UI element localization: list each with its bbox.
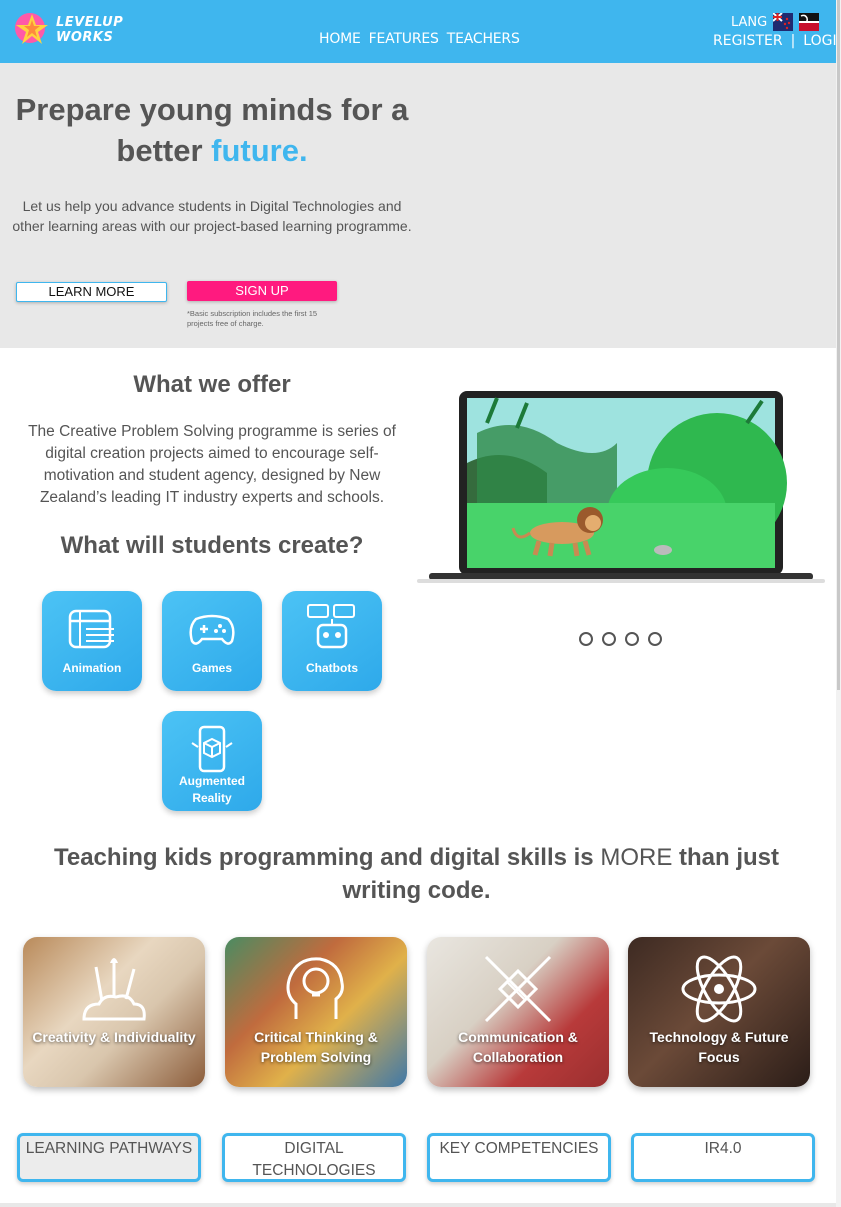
carousel-dots [579,632,662,646]
skill-card-label: Critical Thinking & Problem Solving [254,1029,378,1065]
paint-tools-icon [82,958,146,1021]
page: LEVELUP WORKS HOME FEATURES TEACHERS LAN… [0,0,841,1207]
account-links: REGISTER | LOGIN [713,33,841,49]
lang-label: LANG [731,14,768,30]
sign-up-button[interactable]: SIGN UP [187,281,337,301]
nav-teachers-link[interactable]: TEACHERS [447,31,520,47]
ir40-button[interactable]: IR4.0 [631,1133,815,1182]
skills-title: Teaching kids programming and digital sk… [14,841,819,907]
atom-icon [681,955,757,1023]
logo-text-line2: WORKS [56,30,114,45]
chatbot-robot-icon [307,604,355,649]
logo-text-line1: LEVELUP [56,15,124,30]
offer-title: What we offer [133,371,291,398]
skill-card-technology[interactable]: Technology & Future Focus [628,937,810,1087]
hero-title: Prepare young minds for a better future. [10,89,414,171]
nz-flag-icon[interactable] [772,12,794,31]
skill-card-label: Technology & Future Focus [649,1029,789,1065]
bottom-divider [0,1203,836,1207]
gamepad-icon [189,614,235,645]
hero-title-accent: future. [211,133,308,168]
lightbulb-head-icon [286,957,344,1019]
tile-label: Augmented Reality [179,774,245,805]
offer-description: The Creative Problem Solving programme i… [28,423,396,506]
laptop-jungle-lion-illustration [417,391,825,583]
handshake-icon [484,955,552,1023]
hero-description: Let us help you advance students in Digi… [12,198,412,234]
nav-features-link[interactable]: FEATURES [369,31,439,47]
ar-phone-cube-icon [191,725,233,773]
carousel-dot[interactable] [625,632,639,646]
tile-label: Games [191,661,233,675]
register-link[interactable]: REGISTER [713,33,783,49]
scrollbar-thumb[interactable] [837,0,840,690]
skills-title-more: MORE [600,844,673,871]
film-reel-icon [68,609,114,649]
logo-text: LEVELUP WORKS [56,15,123,45]
skill-card-creativity[interactable]: Creativity & Individuality [23,937,205,1087]
tile-games[interactable]: Games [162,591,262,691]
star-logo-icon [15,13,48,44]
hero-section: Prepare young minds for a better future.… [0,63,836,348]
create-title: What will students create? [60,532,364,559]
tile-chatbots[interactable]: Chatbots [282,591,382,691]
levelup-works-logo[interactable]: LEVELUP WORKS [12,10,123,50]
nav-home-link[interactable]: HOME [319,31,361,47]
main-nav: HOME FEATURES TEACHERS [319,31,520,47]
tile-animation[interactable]: Animation [42,591,142,691]
skills-title-part1: Teaching kids programming and digital sk… [53,844,601,871]
skill-card-label: Communication & Collaboration [458,1029,578,1065]
key-competencies-button[interactable]: KEY COMPETENCIES [427,1133,611,1182]
maori-flag-icon[interactable] [799,13,820,31]
tile-augmented-reality[interactable]: Augmented Reality [162,711,262,811]
learn-more-button[interactable]: LEARN MORE [16,282,167,302]
skill-card-critical-thinking[interactable]: Critical Thinking & Problem Solving [225,937,407,1087]
tile-label: Chatbots [306,661,358,675]
carousel-dot[interactable] [579,632,593,646]
carousel-dot[interactable] [648,632,662,646]
digital-technologies-button[interactable]: DIGITAL TECHNOLOGIES [222,1133,406,1182]
carousel-slide-laptop[interactable] [417,383,825,588]
account-separator: | [790,33,796,49]
top-navbar: LEVELUP WORKS HOME FEATURES TEACHERS LAN… [0,0,841,63]
skill-card-communication[interactable]: Communication & Collaboration [427,937,609,1087]
learning-pathways-button[interactable]: LEARNING PATHWAYS [17,1133,201,1182]
skill-card-label: Creativity & Individuality [32,1029,196,1045]
signup-note: *Basic subscription includes the first 1… [187,309,318,328]
carousel-dot[interactable] [602,632,616,646]
language-switcher: LANG [731,12,820,31]
tile-label: Animation [62,661,122,675]
